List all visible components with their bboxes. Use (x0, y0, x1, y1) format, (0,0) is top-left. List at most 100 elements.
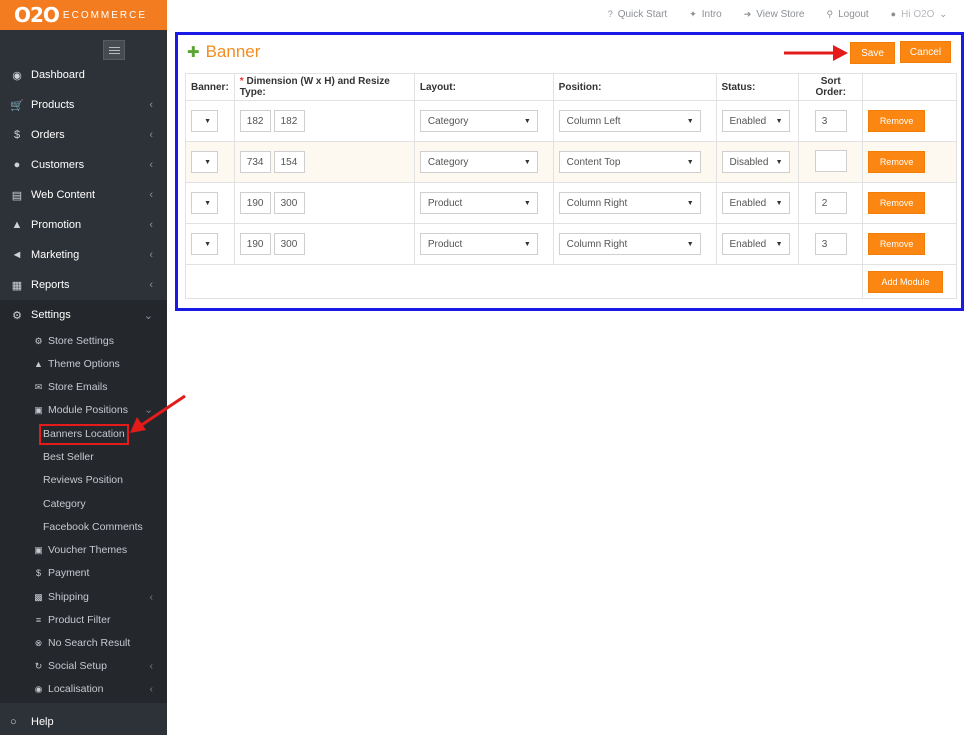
banner-select[interactable]: ▼ (191, 151, 218, 173)
sidebar-item-settings[interactable]: ⚙ Settings ⌄ (0, 300, 167, 330)
sidebar-item-label: Localisation (48, 683, 104, 695)
logo-mark: O2O (14, 3, 60, 27)
comment-icon: ○ (10, 715, 17, 728)
menu-toggle-button[interactable] (103, 40, 125, 60)
height-input[interactable]: 182 (273, 110, 305, 132)
sidebar-item-label: Product Filter (48, 614, 111, 626)
settings-submenu: ⚙ Settings ⌄ ⚙ Store Settings ▲ Theme Op… (0, 300, 167, 703)
app-root: O2O ECOMMERCE ◉ Dashboard 🛒 Products ‹ $… (0, 0, 969, 735)
status-select[interactable]: Enabled ▼ (721, 110, 790, 132)
logout-link[interactable]: ⚲ Logout (826, 9, 868, 20)
height-input[interactable]: 154 (273, 151, 305, 173)
sidebar-item-theme-options[interactable]: ▲ Theme Options (0, 353, 167, 375)
sidebar-item-label: Store Settings (48, 335, 114, 347)
chevron-down-icon: ⌄ (939, 8, 947, 19)
sidebar-item-label: Social Setup (48, 660, 107, 672)
sidebar-item-reports[interactable]: ▦ Reports ‹ (0, 270, 167, 300)
remove-button[interactable]: Remove (868, 233, 926, 255)
sidebar-item-payment[interactable]: $ Payment (0, 562, 167, 584)
sidebar-item-customers[interactable]: ● Customers ‹ (0, 150, 167, 180)
sidebar-item-dashboard[interactable]: ◉ Dashboard (0, 60, 167, 90)
layout-select[interactable]: Product ▼ (419, 192, 538, 214)
column-header-dimension: * Dimension (W x H) and Resize Type: (233, 73, 415, 101)
sidebar-item-no-search-result[interactable]: ⊗ No Search Result (0, 632, 167, 654)
height-input[interactable]: 300 (273, 233, 305, 255)
view-store-link[interactable]: ➜ View Store (744, 9, 805, 20)
sidebar-item-products[interactable]: 🛒 Products ‹ (0, 90, 167, 120)
width-input[interactable]: 190 (239, 233, 271, 255)
position-select[interactable]: Column Right ▼ (558, 192, 701, 214)
user-menu[interactable]: ● Hi O2O ⌄ (891, 9, 947, 20)
times-circle-icon: ⊗ (34, 637, 43, 648)
column-header-position: Position: (552, 73, 717, 101)
cancel-button[interactable]: Cancel (900, 41, 951, 63)
caret-down-icon: ▼ (775, 117, 783, 125)
status-value: Enabled (729, 197, 767, 209)
sidebar-item-promotion[interactable]: ▲ Promotion ‹ (0, 210, 167, 240)
position-select[interactable]: Column Right ▼ (558, 233, 701, 255)
status-select[interactable]: Enabled ▼ (721, 233, 790, 255)
save-button[interactable]: Save (850, 42, 895, 64)
sort-order-input[interactable]: 3 (814, 233, 847, 255)
caret-down-icon: ▼ (523, 240, 531, 248)
intro-link[interactable]: ✦ Intro (689, 9, 722, 20)
quick-start-link[interactable]: ? Quick Start (608, 9, 667, 20)
layout-select[interactable]: Category ▼ (419, 110, 538, 132)
sort-order-input[interactable]: 3 (814, 110, 847, 132)
banner-select[interactable]: ▼ (191, 110, 218, 132)
caret-down-icon: ▼ (523, 199, 531, 207)
width-input[interactable]: 182 (239, 110, 271, 132)
position-select[interactable]: Content Top ▼ (558, 151, 701, 173)
sidebar-item-category[interactable]: Category (0, 493, 167, 515)
table-footer-row: Add Module (184, 264, 957, 299)
sidebar-item-localisation[interactable]: ◉ Localisation ‹ (0, 678, 167, 700)
status-select[interactable]: Enabled ▼ (721, 192, 790, 214)
sidebar-item-orders[interactable]: $ Orders ‹ (0, 120, 167, 150)
caret-down-icon: ▼ (523, 158, 531, 166)
sidebar-item-store-emails[interactable]: ✉ Store Emails (0, 376, 167, 398)
remove-button[interactable]: Remove (868, 192, 926, 214)
user-icon: ● (890, 9, 897, 19)
layout-select[interactable]: Category ▼ (419, 151, 538, 173)
sidebar-item-label: Reviews Position (43, 474, 123, 486)
sidebar-item-product-filter[interactable]: ≡ Product Filter (0, 609, 167, 631)
caret-down-icon: ▼ (204, 158, 211, 166)
layout-value: Product (427, 238, 463, 250)
sort-order-input[interactable]: 2 (814, 192, 847, 214)
sign-in-icon: ➜ (743, 8, 752, 19)
width-input[interactable]: 190 (239, 192, 271, 214)
sidebar-item-label: Orders (31, 129, 65, 141)
sidebar-item-facebook-comments[interactable]: Facebook Comments (0, 516, 167, 538)
sidebar-item-help[interactable]: ○ Help (0, 708, 167, 735)
sort-order-input[interactable] (814, 149, 847, 172)
remove-button[interactable]: Remove (868, 151, 926, 173)
sidebar-item-marketing[interactable]: ◄ Marketing ‹ (0, 240, 167, 270)
width-input[interactable]: 734 (239, 151, 271, 173)
sidebar-item-label: Voucher Themes (48, 544, 128, 556)
position-select[interactable]: Column Left ▼ (558, 110, 701, 132)
remove-button[interactable]: Remove (868, 110, 926, 132)
dollar-icon: $ (13, 129, 21, 141)
position-value: Content Top (566, 156, 621, 168)
height-input[interactable]: 300 (273, 192, 305, 214)
banner-select[interactable]: ▼ (191, 233, 218, 255)
sidebar-item-module-positions[interactable]: ▣ Module Positions ⌄ (0, 399, 167, 421)
sidebar-item-store-settings[interactable]: ⚙ Store Settings (0, 330, 167, 352)
sidebar-item-web-content[interactable]: ▤ Web Content ‹ (0, 180, 167, 210)
status-select[interactable]: Disabled ▼ (721, 151, 790, 173)
caret-down-icon: ▼ (686, 117, 694, 125)
sidebar-item-shipping[interactable]: ▩ Shipping ‹ (0, 586, 167, 608)
add-module-button[interactable]: Add Module (868, 270, 944, 293)
logo[interactable]: O2O ECOMMERCE (0, 0, 167, 30)
view-store-label: View Store (756, 8, 805, 20)
sidebar-item-voucher-themes[interactable]: ▣ Voucher Themes (0, 539, 167, 561)
sidebar-item-social-setup[interactable]: ↻ Social Setup ‹ (0, 655, 167, 677)
layout-select[interactable]: Product ▼ (419, 233, 538, 255)
position-value: Column Right (566, 238, 628, 250)
sidebar-item-label: Customers (31, 159, 85, 171)
sidebar-item-reviews-position[interactable]: Reviews Position (0, 469, 167, 491)
banner-select[interactable]: ▼ (191, 192, 218, 214)
table-header-row: Banner: * Dimension (W x H) and Resize T… (185, 73, 957, 101)
image-icon: ▣ (34, 544, 43, 555)
sidebar-item-best-seller[interactable]: Best Seller (0, 446, 167, 468)
